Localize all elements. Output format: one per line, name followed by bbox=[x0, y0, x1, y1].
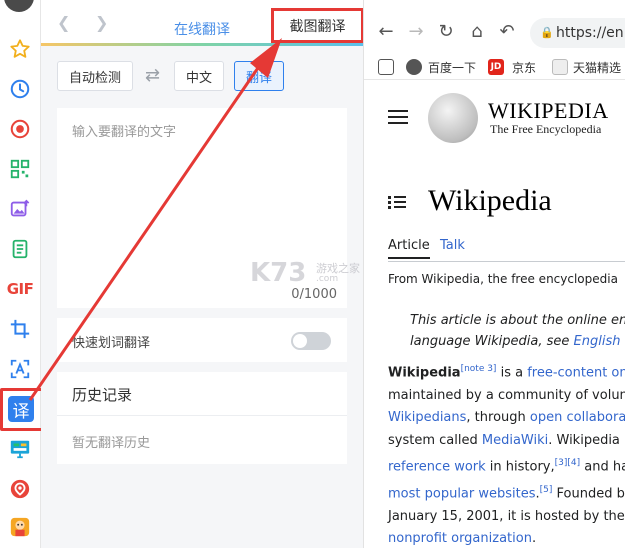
link-popular-websites[interactable]: most popular websites bbox=[388, 486, 536, 501]
tab-article[interactable]: Article bbox=[388, 238, 430, 259]
hatnote: This article is about the online ency la… bbox=[410, 310, 625, 352]
jd-icon: JD bbox=[488, 59, 504, 75]
hatnote-line-1: This article is about the online ency bbox=[410, 313, 625, 328]
home-icon[interactable]: ⌂ bbox=[467, 22, 487, 42]
article-source-line: From Wikipedia, the free encyclopedia bbox=[388, 272, 618, 286]
translate-button[interactable]: 翻译 bbox=[234, 61, 284, 91]
bookmark-tmall[interactable]: 天猫精选 bbox=[573, 59, 621, 76]
lead-text: , through bbox=[466, 410, 530, 426]
bookmarks-bar: 百度一下 JD 京东 天猫精选 bbox=[364, 56, 625, 80]
lead-text: and has bbox=[584, 459, 625, 475]
tab-screenshot-translate[interactable]: 截图翻译 bbox=[271, 8, 364, 43]
article-title: Wikipedia bbox=[428, 184, 552, 217]
sidebar-toggle-icon[interactable] bbox=[378, 59, 394, 75]
link-nonprofit[interactable]: nonprofit organization bbox=[388, 531, 532, 546]
note-ref[interactable]: [note 3] bbox=[461, 364, 497, 374]
quick-translate-label: 快速划词翻译 bbox=[72, 336, 151, 351]
game-character-icon[interactable] bbox=[8, 515, 32, 539]
gif-icon[interactable]: GIF bbox=[7, 277, 34, 301]
lead-text: Founded by bbox=[552, 486, 625, 502]
article-lead: Wikipedia[note 3] is a free-content onli… bbox=[388, 358, 625, 548]
globe-bookmark-icon bbox=[406, 59, 422, 75]
back-arrow-icon[interactable]: ❮ bbox=[57, 14, 73, 32]
wikipedia-wordmark[interactable]: WIKIPEDIA bbox=[488, 98, 609, 124]
browser-toolbar: ← → ↻ ⌂ ↶ 🔒 https://en.w bbox=[364, 14, 625, 50]
menu-icon[interactable] bbox=[388, 110, 408, 126]
lead-text: system called bbox=[388, 432, 482, 448]
clock-icon[interactable] bbox=[8, 77, 32, 101]
wikipedia-tagline: The Free Encyclopedia bbox=[490, 122, 602, 136]
translate-icon[interactable]: 译 bbox=[8, 396, 34, 422]
wikipedia-header: WIKIPEDIA The Free Encyclopedia bbox=[364, 84, 625, 158]
language-row: 自动检测 ⇄ 中文 翻译 bbox=[41, 52, 363, 102]
crop-icon[interactable] bbox=[8, 317, 32, 341]
address-bar[interactable]: 🔒 https://en.w bbox=[530, 18, 625, 48]
forward-arrow-icon[interactable]: ❯ bbox=[95, 14, 111, 32]
history-title: 历史记录 bbox=[72, 386, 133, 404]
text-recognize-icon[interactable] bbox=[8, 357, 32, 381]
star-icon[interactable] bbox=[8, 37, 32, 61]
history-empty-text: 暂无翻译历史 bbox=[72, 436, 151, 451]
lock-icon: 🔒 bbox=[540, 26, 554, 39]
lead-bold-title: Wikipedia bbox=[388, 365, 461, 381]
char-counter: 0/1000 bbox=[291, 287, 337, 302]
link-reference-work[interactable]: reference work bbox=[388, 460, 486, 475]
watermark-logo: K73 bbox=[250, 258, 307, 288]
screen-icon[interactable] bbox=[8, 437, 32, 461]
source-language-button[interactable]: 自动检测 bbox=[57, 61, 133, 91]
panel-topbar: ❮ ❯ 在线翻译 截图翻译 bbox=[41, 0, 364, 46]
lead-text: . Wikipedia is bbox=[548, 432, 625, 448]
translate-panel: ❮ ❯ 在线翻译 截图翻译 自动检测 ⇄ 中文 翻译 输入要翻译的文字 0/10… bbox=[41, 0, 364, 548]
toggle-knob bbox=[293, 334, 307, 348]
tab-online-translate[interactable]: 在线翻译 bbox=[174, 19, 230, 39]
hatnote-line-2: language Wikipedia, see English W bbox=[410, 331, 625, 352]
history-divider bbox=[57, 415, 347, 416]
bookmark-baidu[interactable]: 百度一下 bbox=[428, 59, 476, 76]
undo-icon[interactable]: ↶ bbox=[497, 22, 517, 42]
lead-text: January 15, 2001, it is hosted by the bbox=[388, 508, 625, 524]
quick-translate-row: 快速划词翻译 bbox=[57, 318, 347, 362]
lead-text: maintained by a community of voluntee bbox=[388, 387, 625, 403]
link-free-content[interactable]: free-content onlin bbox=[527, 365, 625, 380]
citation-ref[interactable]: [5] bbox=[540, 485, 553, 495]
reload-icon[interactable]: ↻ bbox=[436, 22, 456, 42]
browser-back-icon[interactable]: ← bbox=[376, 22, 396, 42]
tmall-icon bbox=[552, 59, 568, 75]
lead-text: . bbox=[531, 531, 537, 547]
link-open-collaboration[interactable]: open collaboratio bbox=[530, 410, 625, 425]
article-tabs: Article Talk bbox=[388, 236, 625, 262]
lead-text: is a bbox=[496, 365, 528, 381]
wikipedia-globe-logo[interactable] bbox=[428, 93, 478, 143]
input-placeholder: 输入要翻译的文字 bbox=[72, 125, 177, 140]
record-icon[interactable] bbox=[8, 117, 32, 141]
swap-language-icon[interactable]: ⇄ bbox=[145, 65, 160, 86]
browser-window: ← → ↻ ⌂ ↶ 🔒 https://en.w 百度一下 JD 京东 天猫精选… bbox=[363, 0, 625, 548]
browser-forward-icon[interactable]: → bbox=[406, 22, 426, 42]
document-icon[interactable] bbox=[8, 237, 32, 261]
quick-translate-toggle[interactable] bbox=[291, 332, 331, 350]
link-mediawiki[interactable]: MediaWiki bbox=[482, 433, 548, 448]
toc-icon[interactable] bbox=[388, 196, 406, 210]
address-text: https://en.w bbox=[556, 25, 625, 41]
watermark-domain: .com bbox=[316, 274, 339, 284]
bookmark-jd[interactable]: 京东 bbox=[512, 59, 536, 76]
app-badge-icon[interactable] bbox=[8, 477, 32, 501]
user-avatar[interactable] bbox=[4, 0, 34, 12]
tool-rail: GIF 译 bbox=[0, 0, 47, 548]
tab-talk[interactable]: Talk bbox=[440, 238, 465, 253]
citation-ref[interactable]: [3][4] bbox=[555, 458, 581, 468]
image-upload-icon[interactable] bbox=[8, 197, 32, 221]
hatnote-text: language Wikipedia, see bbox=[410, 334, 574, 349]
history-section: 历史记录 暂无翻译历史 bbox=[57, 372, 347, 464]
link-wikipedians[interactable]: Wikipedians bbox=[388, 410, 466, 425]
lead-text: in history, bbox=[485, 459, 555, 475]
qrcode-icon[interactable] bbox=[8, 157, 32, 181]
topbar-accent-line bbox=[41, 43, 363, 46]
target-language-button[interactable]: 中文 bbox=[174, 61, 224, 91]
hatnote-link[interactable]: English W bbox=[574, 334, 625, 349]
